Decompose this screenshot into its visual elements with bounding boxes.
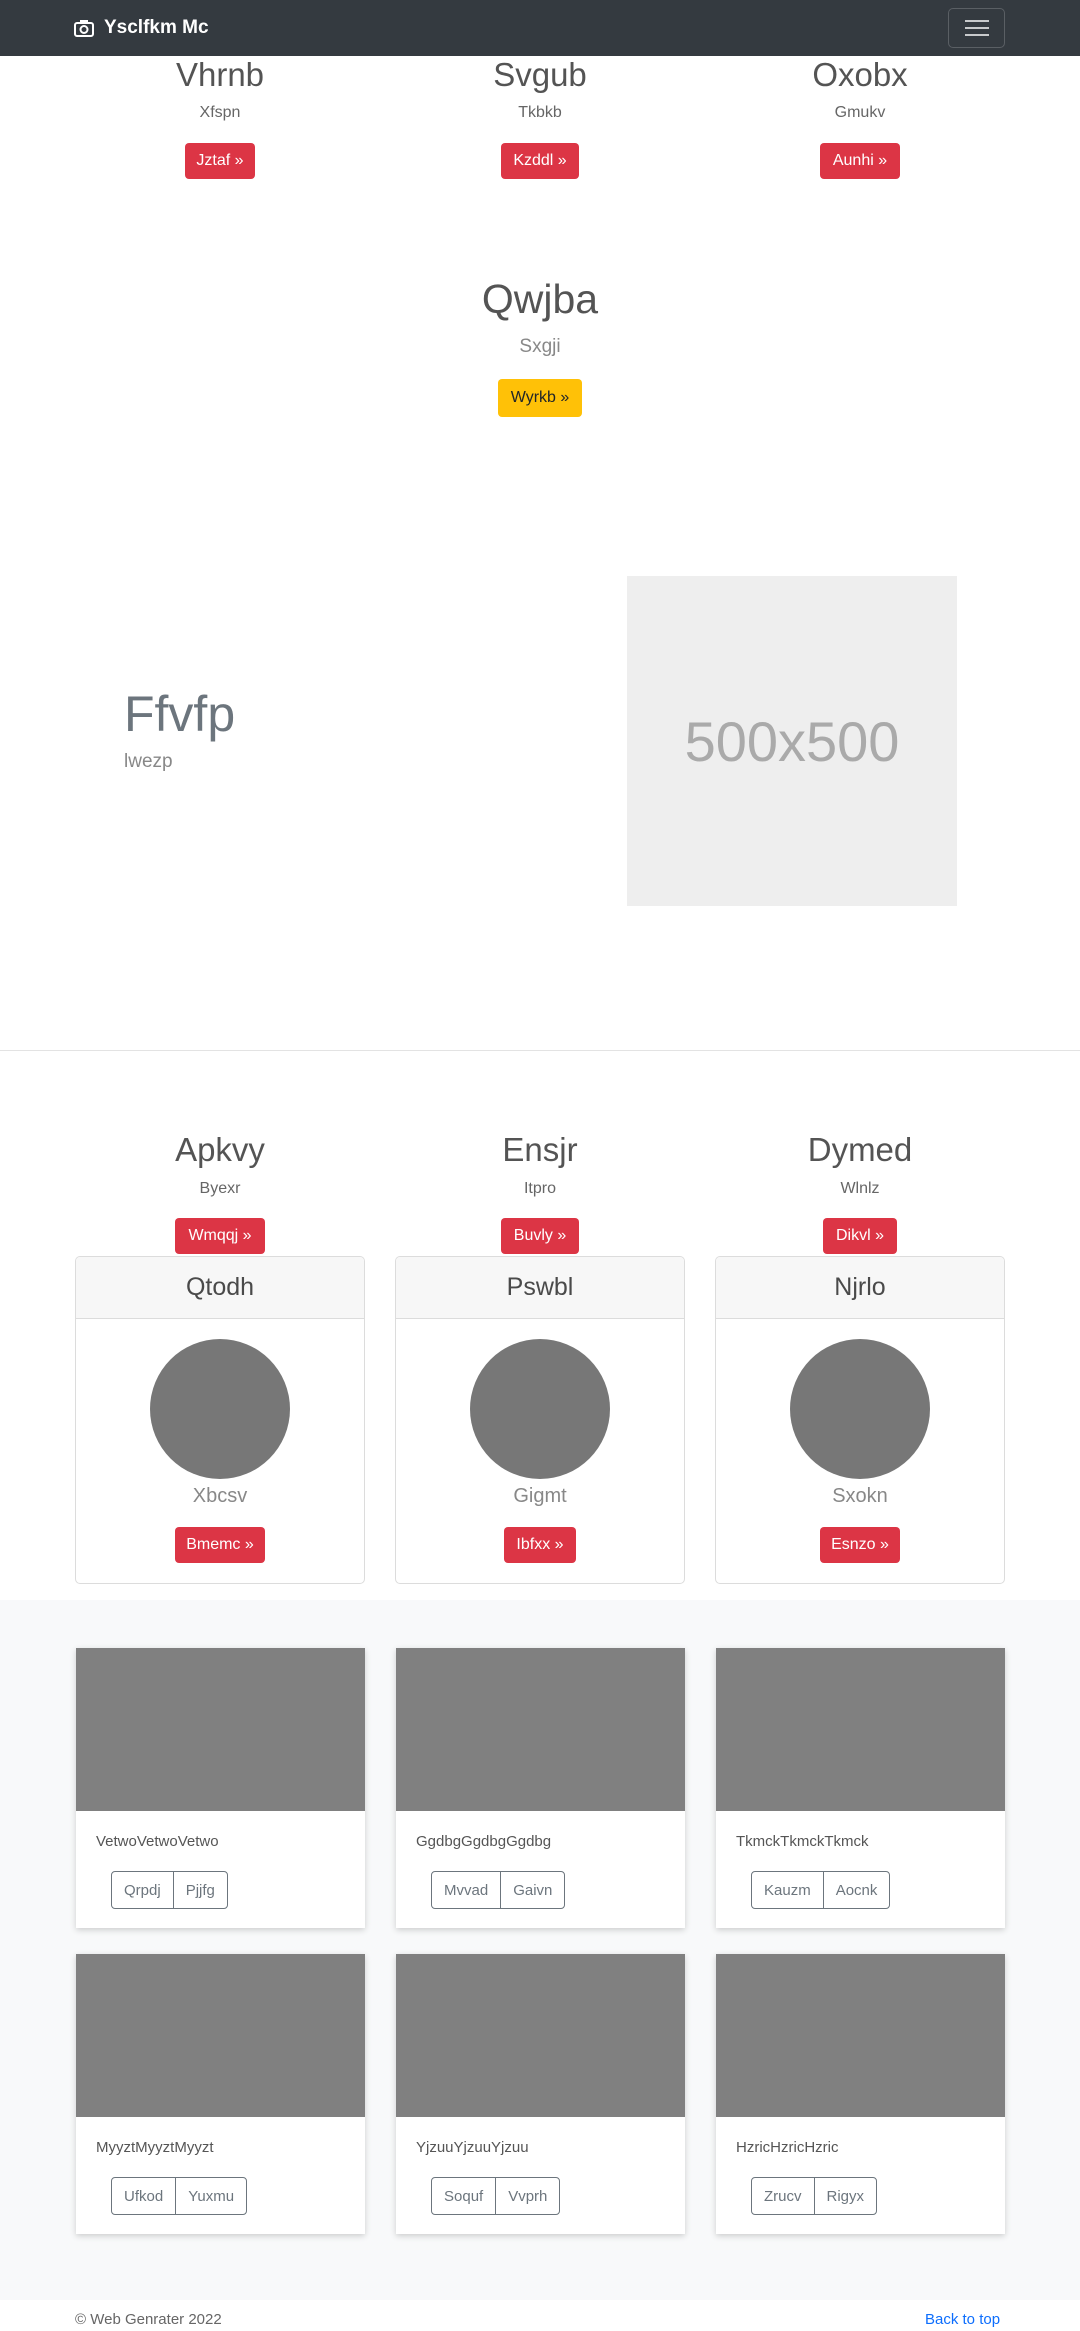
feature-title: Vhrnb <box>175 56 265 93</box>
brand-link[interactable]: Ysclfkm Mc <box>74 14 209 42</box>
card-text: Sxokn <box>832 1485 888 1507</box>
feature-button[interactable]: Jztaf » <box>185 143 255 179</box>
feature-title: Apkvy <box>175 1131 265 1168</box>
album-button[interactable]: Pjjfg <box>172 1872 227 1908</box>
hero-title: Ffvfp <box>124 686 236 742</box>
card-button[interactable]: Ibfxx » <box>504 1527 576 1563</box>
album-button-group: Mvvad Gaivn <box>431 1871 566 1909</box>
album-button-group: Qrpdj Pjjfg <box>111 1871 228 1909</box>
profile-card: Njrlo Sxokn Esnzo » <box>715 1256 1005 1584</box>
profile-card: Pswbl Gigmt Ibfxx » <box>395 1256 685 1584</box>
hero-subtitle: lwezp <box>124 751 173 772</box>
feature-button[interactable]: Kzddl » <box>501 143 579 179</box>
album-card: VetwoVetwoVetwo Qrpdj Pjjfg <box>76 1648 365 1928</box>
album-card-text: VetwoVetwoVetwo <box>96 1833 219 1850</box>
album-card: GgdbgGgdbgGgdbg Mvvad Gaivn <box>396 1648 685 1928</box>
navbar: Ysclfkm Mc <box>0 0 1080 56</box>
album-button-group: Ufkod Yuxmu <box>111 2177 248 2215</box>
album-button-group: Soquf Vvprh <box>431 2177 561 2215</box>
feature-button[interactable]: Buvly » <box>501 1218 579 1254</box>
album-button[interactable]: Soquf <box>432 2178 495 2214</box>
feature-button[interactable]: Dikvl » <box>823 1218 897 1254</box>
profile-card: Qtodh Xbcsv Bmemc » <box>75 1256 365 1584</box>
avatar <box>470 1339 610 1479</box>
navbar-toggler-button[interactable] <box>948 8 1005 48</box>
album-card: YjzuuYjzuuYjzuu Soquf Vvprh <box>396 1954 685 2234</box>
back-to-top-link[interactable]: Back to top <box>925 2311 1000 2328</box>
album-button[interactable]: Zrucv <box>752 2178 813 2214</box>
thumbnail-image <box>396 1648 685 1811</box>
camera-icon <box>74 20 94 37</box>
footer-copyright: © Web Genrater 2022 <box>75 2311 222 2328</box>
feature-subtitle: Byexr <box>199 1180 241 1197</box>
album-card: HzricHzricHzric Zrucv Rigyx <box>716 1954 1005 2234</box>
brand-name: Ysclfkm Mc <box>104 17 209 38</box>
album-card-text: YjzuuYjzuuYjzuu <box>416 2139 529 2156</box>
card-header: Qtodh <box>76 1257 364 1319</box>
card-text: Gigmt <box>513 1485 567 1507</box>
album-button[interactable]: Mvvad <box>432 1872 500 1908</box>
card-text: Xbcsv <box>192 1485 248 1507</box>
avatar <box>150 1339 290 1479</box>
feature-title: Svgub <box>493 56 587 93</box>
album-button-group: Zrucv Rigyx <box>751 2177 878 2215</box>
feature-subtitle: Tkbkb <box>518 104 562 121</box>
album-button[interactable]: Rigyx <box>813 2178 877 2214</box>
feature-button[interactable]: Aunhi » <box>820 143 900 179</box>
thumbnail-image <box>716 1648 1005 1811</box>
album-button[interactable]: Yuxmu <box>175 2178 246 2214</box>
feature-subtitle: Xfspn <box>199 104 241 121</box>
feature-title: Ensjr <box>502 1131 578 1168</box>
album-card: TkmckTkmckTkmck Kauzm Aocnk <box>716 1648 1005 1928</box>
album-button[interactable]: Gaivn <box>500 1872 564 1908</box>
card-header: Njrlo <box>716 1257 1004 1319</box>
album-button[interactable]: Kauzm <box>752 1872 823 1908</box>
thumbnail-image <box>76 1954 365 2117</box>
album-card-text: GgdbgGgdbgGgdbg <box>416 1833 552 1850</box>
album-button-group: Kauzm Aocnk <box>751 1871 891 1909</box>
hamburger-icon <box>965 20 989 22</box>
feature-subtitle: Itpro <box>523 1180 556 1197</box>
hero-image: 500x500 <box>627 576 957 906</box>
feature-subtitle: Gmukv <box>834 104 886 121</box>
center-feature-title: Qwjba <box>481 276 599 322</box>
thumbnail-image <box>396 1954 685 2117</box>
section-divider <box>0 1050 1080 1051</box>
thumbnail-image <box>716 1954 1005 2117</box>
image-size-label: 500x500 <box>684 709 900 773</box>
album-card-text: MyyztMyyztMyyzt <box>96 2139 214 2156</box>
album-card-text: HzricHzricHzric <box>736 2139 839 2156</box>
album-button[interactable]: Vvprh <box>495 2178 559 2214</box>
feature-subtitle: Wlnlz <box>840 1180 880 1197</box>
feature-title: Oxobx <box>812 56 908 93</box>
album-button[interactable]: Ufkod <box>112 2178 175 2214</box>
feature-title: Dymed <box>807 1131 913 1168</box>
card-header: Pswbl <box>396 1257 684 1319</box>
album-button[interactable]: Qrpdj <box>112 1872 173 1908</box>
feature-button[interactable]: Wmqqj » <box>175 1218 265 1254</box>
album-card: MyyztMyyztMyyzt Ufkod Yuxmu <box>76 1954 365 2234</box>
center-feature-button[interactable]: Wyrkb » <box>498 379 582 417</box>
card-button[interactable]: Bmemc » <box>175 1527 265 1563</box>
center-feature-subtitle: Sxgji <box>519 336 561 357</box>
album-card-text: TkmckTkmckTkmck <box>736 1833 869 1850</box>
card-button[interactable]: Esnzo » <box>820 1527 900 1563</box>
avatar <box>790 1339 930 1479</box>
album-button[interactable]: Aocnk <box>822 1872 890 1908</box>
thumbnail-image <box>76 1648 365 1811</box>
